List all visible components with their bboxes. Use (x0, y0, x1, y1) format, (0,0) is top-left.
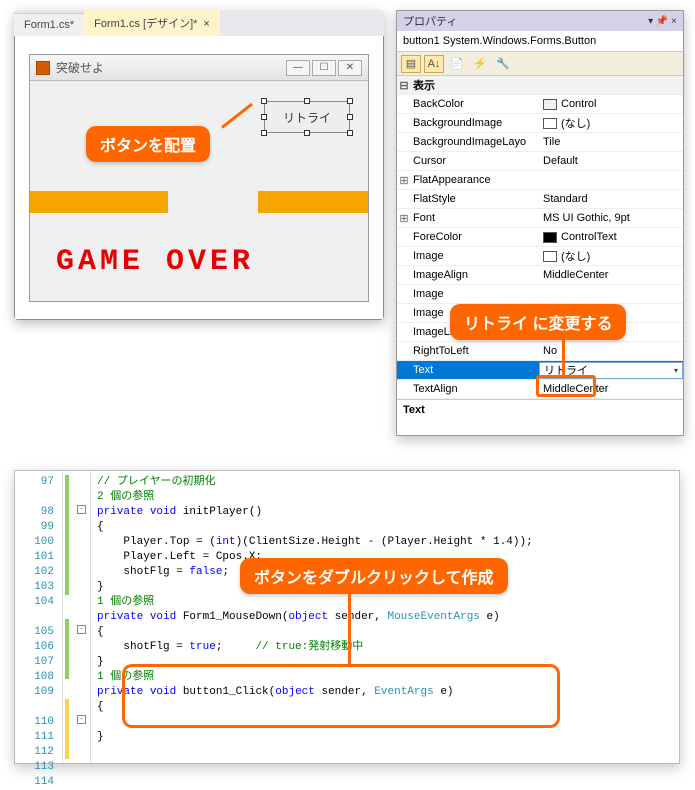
property-row-imagealign[interactable]: ImageAlignMiddleCenter (397, 266, 683, 285)
props-icon[interactable]: 📄 (447, 55, 467, 73)
designer-panel: Form1.cs* Form1.cs [デザイン]*× 突破せよ — ☐ ✕ リ… (14, 10, 384, 320)
callout-change-text: リトライ に変更する (450, 304, 626, 340)
property-row-righttoleft[interactable]: RightToLeftNo (397, 342, 683, 361)
callout-dblclick: ボタンをダブルクリックして作成 (240, 558, 508, 594)
line-number-gutter: 9798991001011021031041051061071081091101… (15, 471, 63, 763)
properties-panel: プロパティ ▾ 📌 × button1 System.Windows.Forms… (396, 10, 684, 436)
fold-margin: - - - (63, 471, 91, 763)
collapse-icon[interactable]: ⊟ (397, 79, 411, 92)
form-icon (36, 61, 50, 75)
property-row-flatappearance[interactable]: ⊞FlatAppearance (397, 171, 683, 190)
property-row-cursor[interactable]: CursorDefault (397, 152, 683, 171)
form-titlebar: 突破せよ — ☐ ✕ (30, 55, 368, 81)
alpha-sort-icon[interactable]: A↓ (424, 55, 444, 73)
highlight-text-value (536, 375, 596, 397)
properties-title: プロパティ ▾ 📌 × (397, 11, 683, 31)
callout-pointer (562, 334, 565, 376)
property-grid[interactable]: ⊟表示 BackColorControlBackgroundImage(なし)B… (397, 76, 683, 399)
properties-object[interactable]: button1 System.Windows.Forms.Button (397, 31, 683, 52)
property-row-font[interactable]: ⊞FontMS UI Gothic, 9pt (397, 209, 683, 228)
fold-icon[interactable]: - (77, 625, 86, 634)
maximize-button[interactable]: ☐ (312, 60, 336, 76)
property-row-image[interactable]: Image (397, 285, 683, 304)
property-row-backgroundimage[interactable]: BackgroundImage(なし) (397, 114, 683, 133)
form-window: 突破せよ — ☐ ✕ リトライ GAME OVER (29, 54, 369, 302)
close-icon[interactable]: × (203, 18, 209, 30)
form-title-text: 突破せよ (56, 59, 104, 76)
property-description: Text (397, 399, 683, 431)
property-row-backgroundimagelayo[interactable]: BackgroundImageLayoTile (397, 133, 683, 152)
properties-toolbar: ▤ A↓ 📄 ⚡ 🔧 (397, 52, 683, 76)
tab-form-designer[interactable]: Form1.cs [デザイン]*× (84, 10, 220, 36)
events-icon[interactable]: ⚡ (470, 55, 490, 73)
selected-button[interactable]: リトライ (264, 101, 350, 133)
categorized-icon[interactable]: ▤ (401, 55, 421, 73)
callout-pointer (348, 590, 351, 667)
tab-form-cs[interactable]: Form1.cs* (14, 13, 84, 36)
pin-icon[interactable]: ▾ 📌 × (648, 16, 677, 27)
property-row-flatstyle[interactable]: FlatStyleStandard (397, 190, 683, 209)
propertypages-icon[interactable]: 🔧 (493, 55, 513, 73)
fold-icon[interactable]: - (77, 505, 86, 514)
retry-button-label: リトライ (283, 109, 331, 126)
tab-bar: Form1.cs* Form1.cs [デザイン]*× (14, 10, 384, 36)
fold-icon[interactable]: - (77, 715, 86, 724)
orange-block-left (30, 191, 168, 213)
callout-place-button: ボタンを配置 (86, 126, 210, 162)
property-row-image[interactable]: Image(なし) (397, 247, 683, 266)
property-row-forecolor[interactable]: ForeColorControlText (397, 228, 683, 247)
highlight-new-method (122, 664, 560, 728)
minimize-button[interactable]: — (286, 60, 310, 76)
property-row-backcolor[interactable]: BackColorControl (397, 95, 683, 114)
orange-block-right (258, 191, 368, 213)
category-label: 表示 (411, 77, 539, 93)
gameover-text: GAME OVER (56, 245, 254, 279)
close-button[interactable]: ✕ (338, 60, 362, 76)
